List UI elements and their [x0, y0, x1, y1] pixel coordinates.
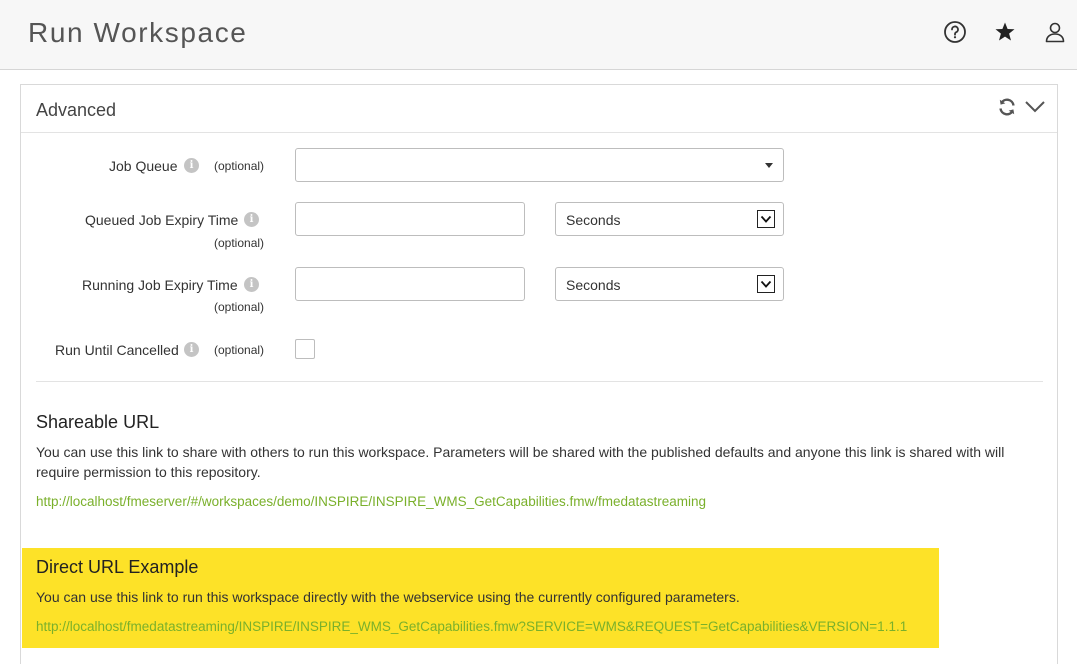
queued-expiry-input[interactable]	[295, 202, 525, 236]
help-icon[interactable]	[942, 19, 968, 45]
optional-text: (optional)	[214, 236, 265, 250]
direct-url-title: Direct URL Example	[36, 557, 199, 577]
optional-text: (optional)	[214, 343, 265, 357]
top-bar: Run Workspace	[0, 0, 1077, 70]
panel-title: Advanced	[36, 100, 117, 120]
advanced-panel-header[interactable]: Advanced	[21, 85, 1057, 133]
info-icon[interactable]: i	[244, 212, 259, 227]
queued-expiry-unit-value: Seconds	[566, 212, 621, 228]
run-until-cancelled-checkbox[interactable]	[295, 339, 315, 359]
caret-down-icon	[765, 163, 773, 168]
queued-expiry-unit-select[interactable]: Seconds	[555, 202, 784, 236]
chevron-down-icon[interactable]	[1023, 97, 1047, 117]
info-icon[interactable]: i	[184, 158, 199, 173]
chevron-down-icon[interactable]	[757, 275, 775, 293]
info-icon[interactable]: i	[244, 277, 259, 292]
run-until-cancelled-label: Run Until Cancelled	[55, 342, 179, 358]
user-icon[interactable]	[1042, 19, 1068, 45]
job-queue-select[interactable]	[295, 148, 784, 182]
job-queue-label: Job Queue	[109, 158, 178, 174]
refresh-icon[interactable]	[997, 97, 1017, 117]
shareable-url-title: Shareable URL	[36, 412, 160, 432]
direct-url-link[interactable]: http://localhost/fmedatastreaming/INSPIR…	[36, 619, 907, 634]
shareable-url-link[interactable]: http://localhost/fmeserver/#/workspaces/…	[36, 494, 706, 509]
optional-text: (optional)	[214, 300, 265, 314]
running-expiry-label: Running Job Expiry Time	[82, 277, 238, 293]
page-title: Run Workspace	[28, 17, 248, 48]
divider	[36, 381, 1043, 382]
queued-expiry-label: Queued Job Expiry Time	[85, 212, 239, 228]
info-icon[interactable]: i	[184, 342, 199, 357]
running-expiry-unit-value: Seconds	[566, 277, 621, 293]
chevron-down-icon[interactable]	[757, 210, 775, 228]
optional-text: (optional)	[214, 159, 265, 173]
running-expiry-unit-select[interactable]: Seconds	[555, 267, 784, 301]
star-icon[interactable]	[992, 19, 1018, 45]
running-expiry-input[interactable]	[295, 267, 525, 301]
shareable-url-description: You can use this link to share with othe…	[36, 444, 1005, 480]
direct-url-description: You can use this link to run this worksp…	[36, 589, 740, 605]
